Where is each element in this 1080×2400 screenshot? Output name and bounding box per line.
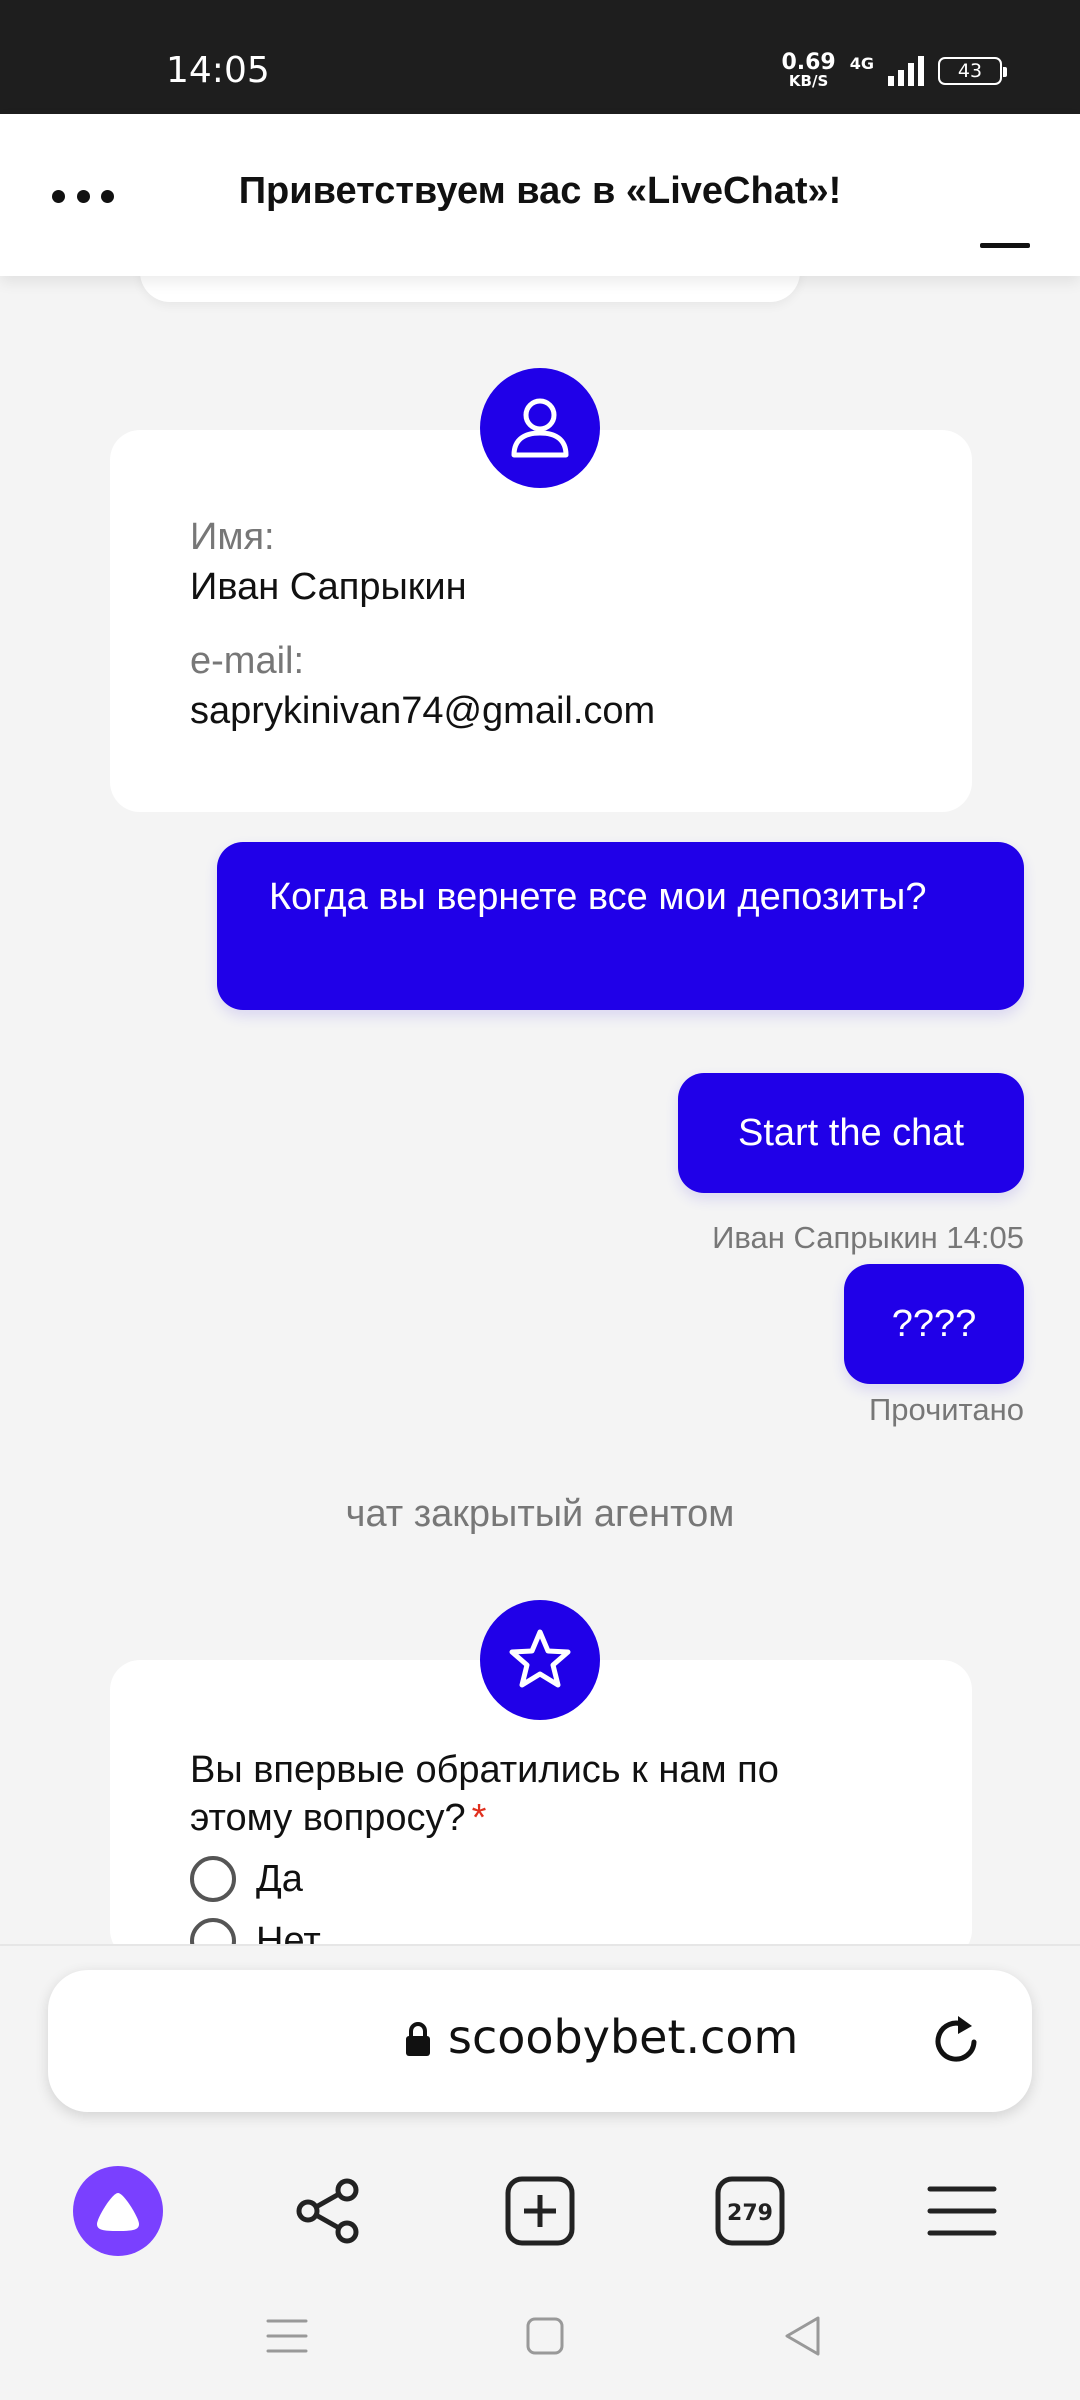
required-mark: * — [471, 1797, 487, 1839]
system-navigation-bar — [0, 2276, 1080, 2400]
battery-level: 43 — [957, 59, 983, 82]
share-icon[interactable] — [278, 2156, 378, 2266]
user-icon — [480, 368, 600, 488]
email-value: saprykinivan74@gmail.com — [190, 690, 656, 732]
message-meta: Иван Сапрыкин 14:05 — [712, 1220, 1024, 1255]
name-label: Имя: — [190, 516, 275, 558]
start-chat-message: Start the chat — [678, 1073, 1024, 1193]
message-bubble: Когда вы вернете все мои депозиты? — [217, 842, 1024, 1010]
star-icon — [480, 1600, 600, 1720]
network-speed-unit: KB/S — [788, 72, 829, 90]
chat-header: Приветствуем вас в «LiveChat»! — [0, 114, 1080, 276]
survey-question: Вы впервые обратились к нам по этому воп… — [190, 1746, 890, 1842]
alice-icon — [73, 2166, 163, 2256]
network-speed-value: 0.69 — [781, 50, 836, 75]
tabs-icon[interactable]: 279 — [700, 2156, 800, 2266]
back-icon[interactable] — [762, 2296, 842, 2376]
lock-icon — [406, 2022, 430, 2056]
recent-apps-icon[interactable] — [247, 2296, 327, 2376]
name-value: Иван Сапрыкин — [190, 566, 467, 608]
minimize-chat-button[interactable] — [980, 204, 1030, 248]
menu-icon[interactable] — [912, 2156, 1012, 2266]
browser-tab-bar: 279 — [0, 2156, 1080, 2286]
signal-icon — [888, 55, 924, 86]
address-bar[interactable]: scoobybet.com — [48, 1970, 1032, 2112]
chat-title: Приветствуем вас в «LiveChat»! — [238, 170, 842, 212]
status-indicators: 0.69 KB/S 4G 43 — [781, 52, 1007, 89]
network-type: 4G — [849, 54, 874, 73]
email-label: e-mail: — [190, 640, 305, 682]
tabs-count: 279 — [727, 2201, 773, 2226]
chat-closed-note: чат закрытый агентом — [345, 1493, 735, 1535]
radio-button[interactable] — [190, 1856, 236, 1902]
battery-icon: 43 — [938, 56, 1007, 85]
network-speed: 0.69 KB/S — [781, 52, 835, 89]
reload-icon[interactable] — [928, 2012, 986, 2070]
read-status: Прочитано — [869, 1392, 1024, 1427]
radio-label: Да — [256, 1857, 303, 1900]
new-tab-icon[interactable] — [490, 2156, 590, 2266]
browser-toolbar: scoobybet.com 279 — [0, 1944, 1080, 2400]
alice-button[interactable] — [68, 2156, 168, 2266]
status-bar: 14:05 0.69 KB/S 4G 43 — [0, 0, 1080, 114]
status-time: 14:05 — [166, 50, 270, 91]
radio-option-yes[interactable]: Да — [190, 1856, 303, 1902]
url-text[interactable]: scoobybet.com — [448, 2010, 798, 2064]
home-icon[interactable] — [505, 2296, 585, 2376]
message-bubble: ???? — [844, 1264, 1024, 1384]
